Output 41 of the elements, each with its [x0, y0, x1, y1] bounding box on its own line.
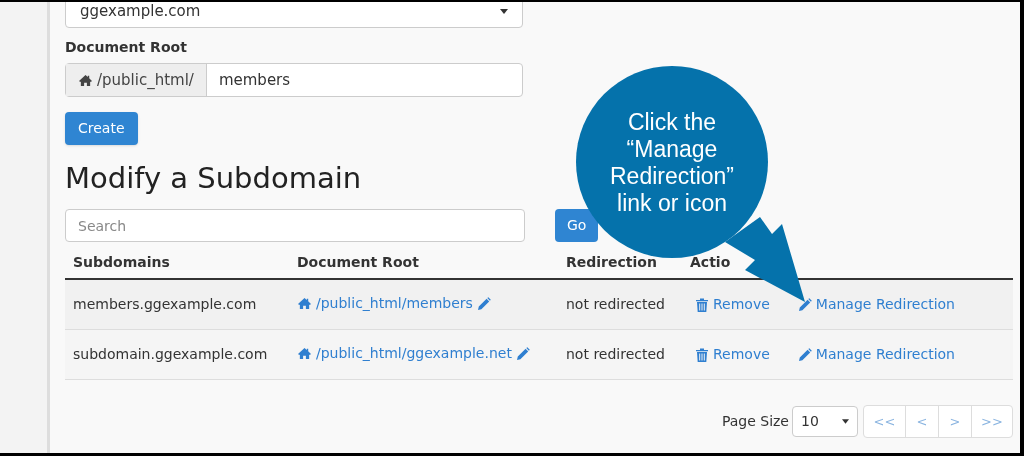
column-header: Document Root: [297, 253, 419, 270]
table-cell: members.ggexample.com: [73, 296, 257, 312]
remove-link[interactable]: Remove: [696, 294, 770, 315]
search-field[interactable]: Search: [65, 209, 525, 242]
table-cell: subdomain.ggexample.com: [73, 346, 268, 362]
page-button[interactable]: >>: [971, 406, 1012, 437]
trash-icon: [696, 297, 708, 312]
trash-icon: [696, 347, 708, 362]
manage-redirection-link[interactable]: Manage Redirection: [797, 344, 955, 365]
caret-icon: [842, 419, 849, 424]
manage-redirection-link[interactable]: Manage Redirection: [797, 294, 955, 315]
input-field[interactable]: members: [206, 64, 522, 96]
callout-text: Click the “Manage Redirection” link or icon: [609, 109, 735, 217]
remove-link[interactable]: Remove: [696, 344, 770, 365]
page-button[interactable]: <: [905, 406, 938, 437]
document-root-link[interactable]: /public_html/members: [297, 293, 491, 314]
domain-select[interactable]: ggexample.com: [65, 2, 523, 28]
section-heading: Modify a Subdomain: [65, 164, 362, 193]
pencil-icon: [797, 297, 812, 312]
field-label: Document Root: [65, 38, 188, 57]
go-button[interactable]: Go: [555, 209, 599, 242]
home-icon: [297, 347, 312, 360]
caret-icon: [500, 8, 508, 14]
pencil-icon: [797, 347, 812, 362]
field-prefix: /public_html/: [66, 64, 207, 96]
column-header: Redirection: [566, 253, 657, 270]
page-size-label: Page Size: [721, 412, 789, 431]
page-button[interactable]: >: [938, 406, 971, 437]
home-icon: [297, 297, 312, 310]
create-button[interactable]: Create: [65, 112, 138, 145]
document-root-field[interactable]: /public_html/ members: [65, 63, 523, 97]
column-header: Subdomains: [73, 253, 170, 270]
pencil-icon: [515, 346, 530, 361]
column-header: Actio: [690, 253, 731, 270]
page-button[interactable]: <<: [864, 406, 905, 437]
table-cell: not redirected: [566, 296, 665, 312]
home-icon: [78, 73, 93, 87]
table-cell: not redirected: [566, 346, 665, 362]
document-root-link[interactable]: /public_html/ggexample.net: [297, 343, 530, 364]
pencil-icon: [476, 296, 491, 311]
page-size-select[interactable]: 10: [792, 406, 858, 437]
